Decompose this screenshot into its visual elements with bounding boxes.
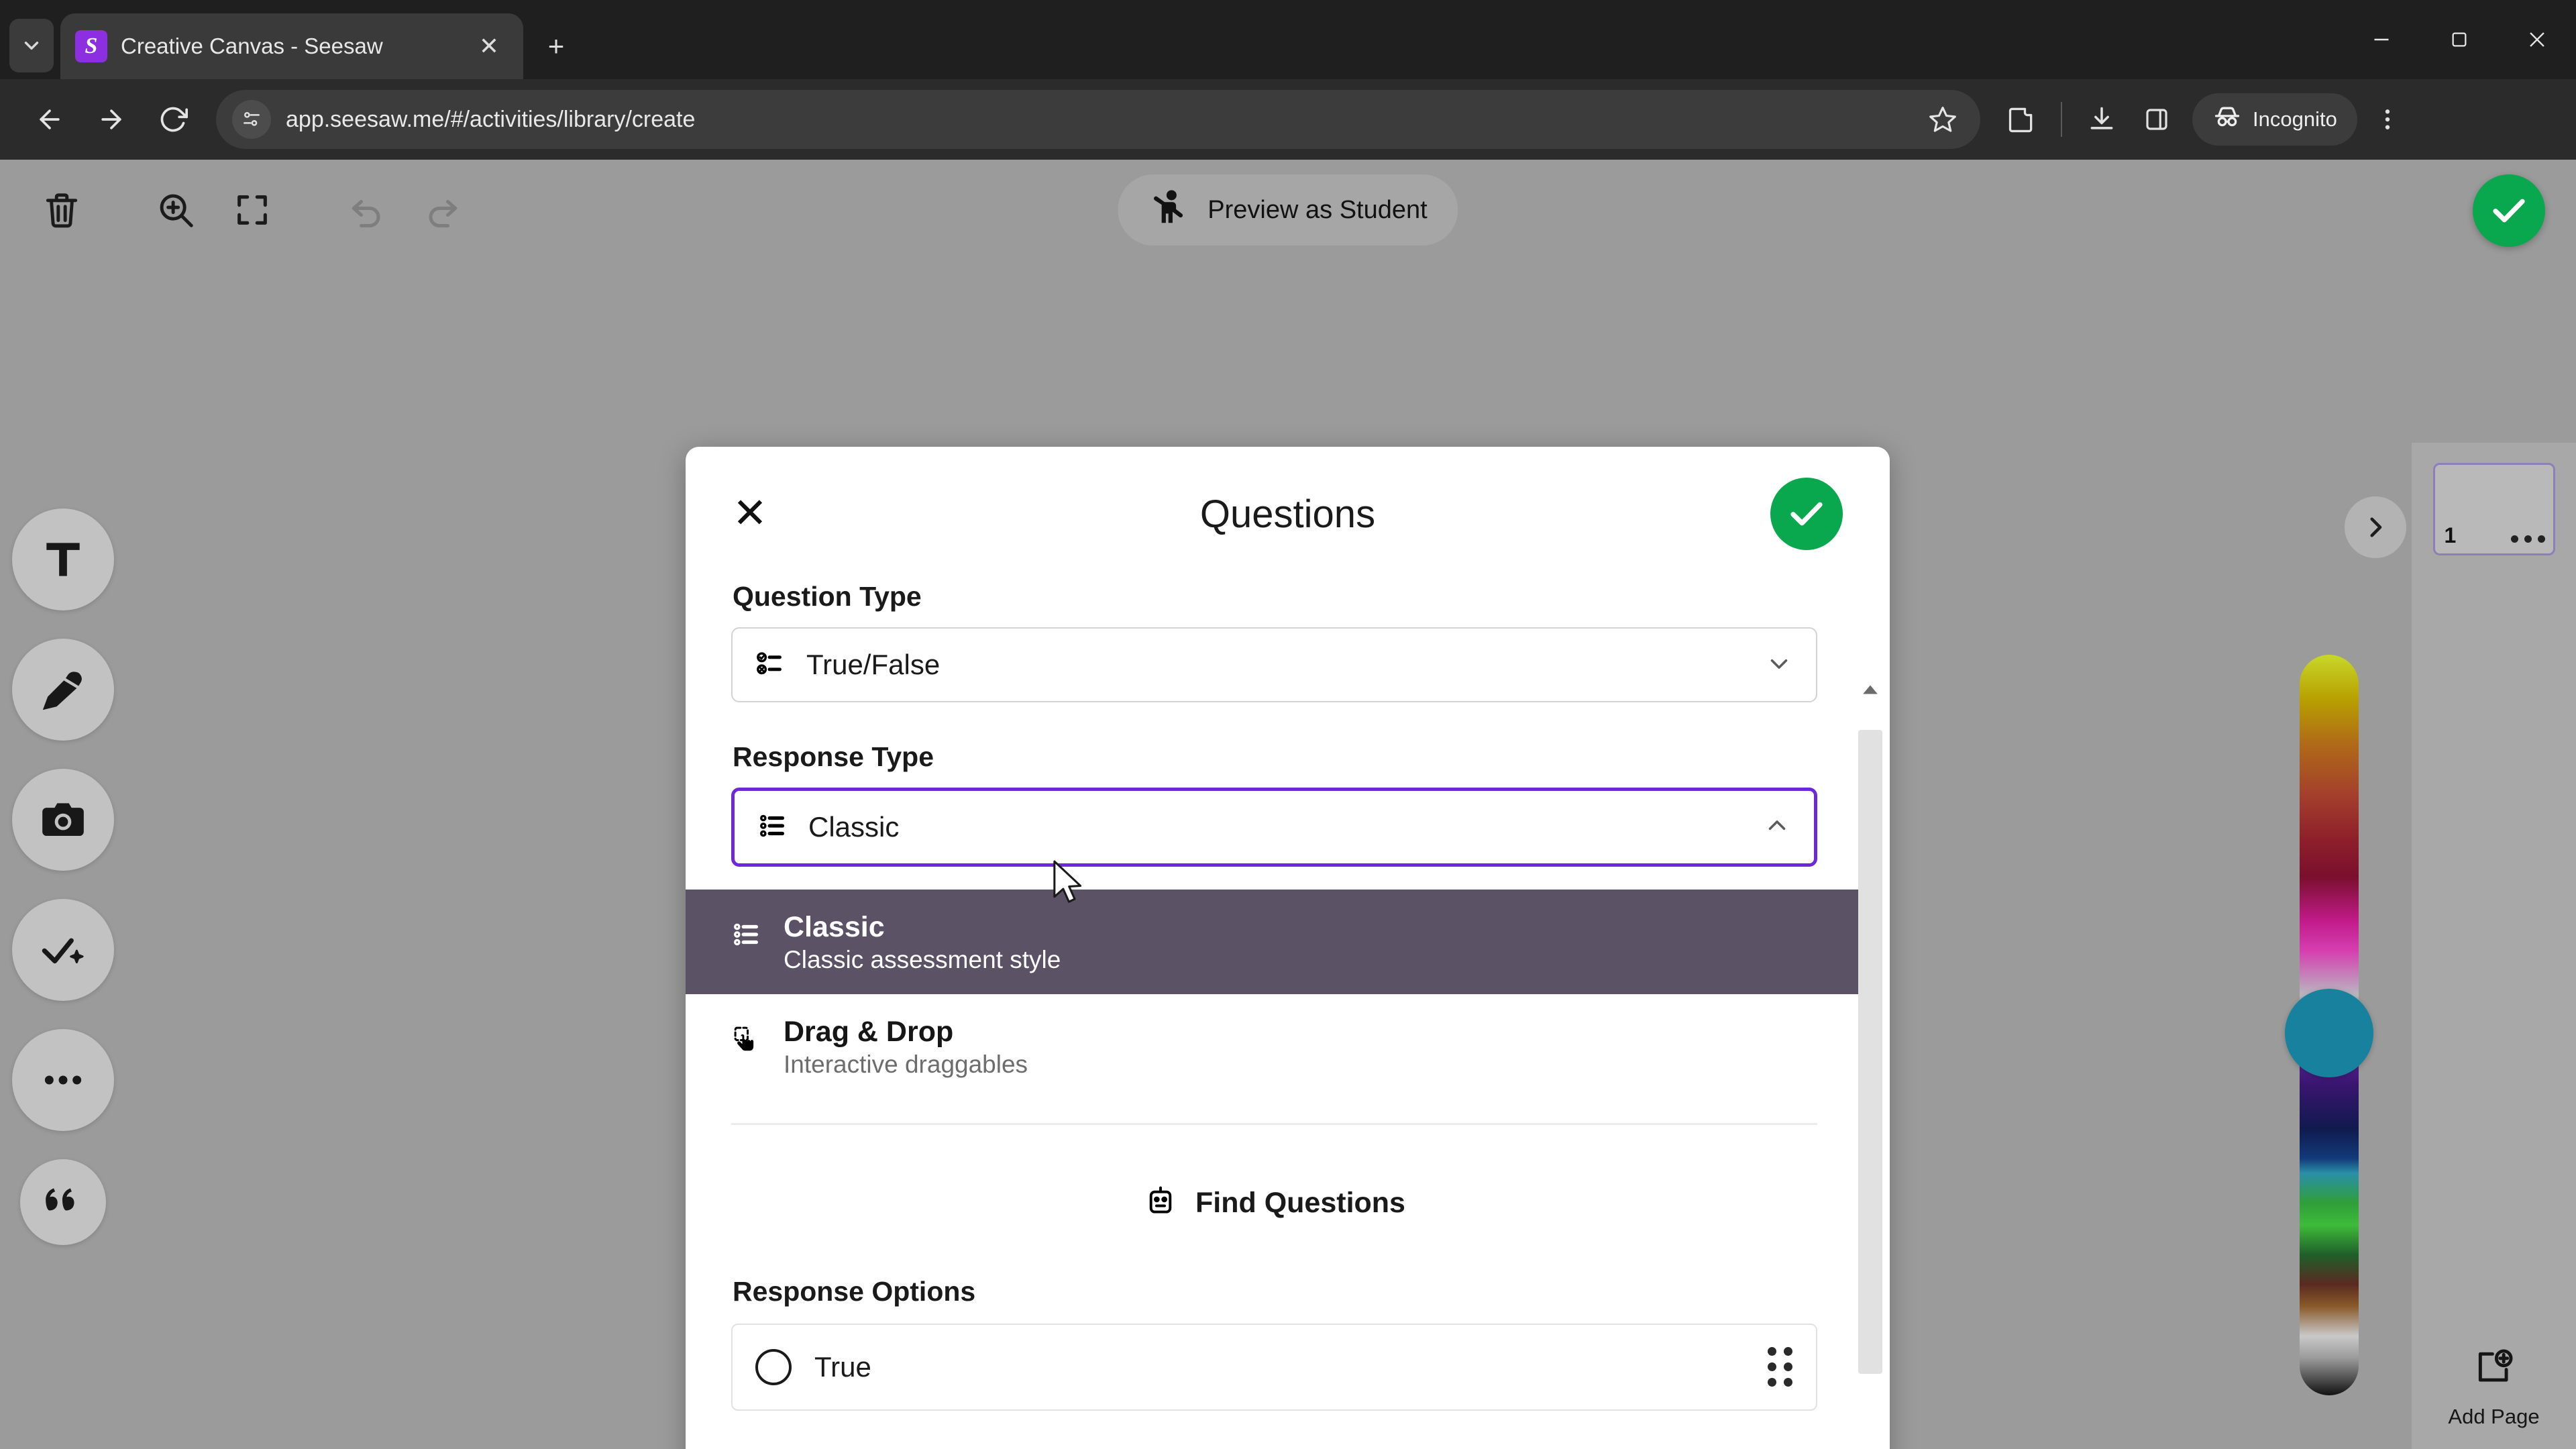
downloads-icon[interactable] (2077, 95, 2127, 144)
scroll-up-icon[interactable] (1862, 679, 1879, 703)
extensions-icon[interactable] (1996, 95, 2046, 144)
chevron-down-icon[interactable] (1765, 649, 1793, 681)
tab-strip: S Creative Canvas - Seesaw ✕ + (0, 0, 2576, 79)
modal-body: Question Type True/False Response Type C… (686, 581, 1890, 1449)
scrollbar-track[interactable] (1858, 703, 1882, 1449)
response-options-label: Response Options (733, 1275, 976, 1307)
preview-as-student-button[interactable]: Preview as Student (1118, 174, 1458, 246)
seesaw-favicon: S (75, 30, 107, 62)
response-type-label: Response Type (733, 741, 934, 772)
page-menu-icon[interactable] (2510, 535, 2545, 543)
redo-icon[interactable] (408, 175, 478, 245)
close-icon[interactable]: ✕ (470, 27, 508, 66)
chrome-menu-icon[interactable] (2363, 95, 2412, 144)
modal-header: ✕ Questions (686, 447, 1890, 581)
drag-hand-icon (731, 1014, 762, 1058)
mouse-cursor (1050, 859, 1089, 910)
ordered-list-icon (731, 910, 762, 953)
canvas-toolbar: Preview as Student (0, 160, 2576, 260)
drag-handle-icon[interactable] (1768, 1347, 1793, 1387)
incognito-label: Incognito (2253, 107, 2337, 131)
fit-to-screen-icon[interactable] (217, 175, 287, 245)
undo-icon[interactable] (331, 175, 401, 245)
quote-tool-button[interactable] (20, 1159, 106, 1245)
maximize-icon[interactable] (2420, 0, 2498, 79)
response-type-select[interactable]: Classic (731, 788, 1817, 867)
new-tab-button[interactable]: + (533, 23, 580, 70)
response-type-options-list: Classic Classic assessment style Drag & … (686, 890, 1863, 1099)
response-option-row[interactable]: True (731, 1323, 1817, 1411)
confirm-modal-button[interactable] (1770, 478, 1843, 550)
creation-tools-rail (12, 508, 114, 1245)
option-title: Drag & Drop (784, 1015, 954, 1048)
text-tool-button[interactable] (12, 508, 114, 610)
response-option-text: True (814, 1350, 871, 1383)
page-number: 1 (2444, 523, 2457, 547)
more-tools-button[interactable] (12, 1029, 114, 1131)
window-close-icon[interactable] (2498, 0, 2576, 79)
tab-search-icon[interactable] (9, 19, 54, 72)
question-type-value: True/False (806, 649, 941, 680)
preview-as-student-label: Preview as Student (1208, 195, 1428, 224)
draw-tool-button[interactable] (12, 639, 114, 741)
bookmark-star-icon[interactable] (1921, 98, 1964, 141)
question-type-select[interactable]: True/False (731, 627, 1817, 702)
selected-color-swatch[interactable] (2285, 989, 2373, 1077)
add-page-icon (2473, 1347, 2515, 1394)
url-text: app.seesaw.me/#/activities/library/creat… (286, 106, 696, 132)
toolbar-divider (2061, 102, 2062, 137)
side-panel-icon[interactable] (2132, 95, 2182, 144)
raise-hand-person-icon (1148, 186, 1190, 234)
modal-scroll-area: Question Type True/False Response Type C… (686, 581, 1863, 1449)
incognito-icon (2212, 102, 2242, 137)
response-option-classic[interactable]: Classic Classic assessment style (686, 890, 1863, 994)
pages-panel: 1 Add Page (2412, 443, 2576, 1449)
zoom-in-icon[interactable] (141, 175, 211, 245)
question-type-label: Question Type (733, 581, 922, 612)
option-subtitle: Interactive draggables (784, 1050, 1028, 1078)
find-questions-label: Find Questions (1195, 1186, 1405, 1219)
browser-window: S Creative Canvas - Seesaw ✕ + app.seesa… (0, 0, 2576, 1449)
minimize-icon[interactable] (2343, 0, 2420, 79)
add-page-label: Add Page (2448, 1405, 2540, 1428)
modal-title: Questions (1199, 492, 1376, 536)
option-title: Classic (784, 911, 885, 943)
modal-scrollbar[interactable] (1856, 679, 1884, 1449)
reload-icon[interactable] (145, 91, 201, 148)
questions-modal: ✕ Questions Question Type True/False Res… (686, 447, 1890, 1449)
seesaw-canvas-app: Preview as Student 1 Add Page ✕ Question… (0, 160, 2576, 1449)
site-settings-icon[interactable] (232, 100, 271, 139)
done-button[interactable] (2473, 174, 2545, 247)
ordered-list-icon (757, 810, 788, 845)
trash-icon[interactable] (27, 175, 97, 245)
browser-toolbar: app.seesaw.me/#/activities/library/creat… (0, 79, 2576, 160)
page-thumbnail[interactable]: 1 (2432, 463, 2555, 555)
address-bar[interactable]: app.seesaw.me/#/activities/library/creat… (216, 90, 1980, 149)
back-icon[interactable] (21, 91, 78, 148)
scrollbar-thumb[interactable] (1858, 730, 1882, 1374)
tab-title: Creative Canvas - Seesaw (121, 34, 383, 58)
find-questions-button[interactable]: Find Questions (686, 1125, 1863, 1222)
collapse-pages-panel-button[interactable] (2345, 496, 2406, 558)
chevron-up-icon[interactable] (1763, 812, 1791, 843)
window-controls (2343, 0, 2576, 79)
response-option-drag-drop[interactable]: Drag & Drop Interactive draggables (686, 994, 1863, 1099)
truefalse-list-icon (755, 648, 786, 682)
option-subtitle: Classic assessment style (784, 945, 1061, 973)
response-type-value: Classic (808, 811, 900, 843)
radio-icon[interactable] (755, 1348, 792, 1385)
forward-icon[interactable] (83, 91, 140, 148)
robot-icon (1143, 1184, 1178, 1222)
incognito-badge[interactable]: Incognito (2192, 93, 2357, 146)
photo-tool-button[interactable] (12, 769, 114, 871)
close-modal-button[interactable]: ✕ (733, 493, 780, 535)
browser-tab[interactable]: S Creative Canvas - Seesaw ✕ (60, 13, 523, 79)
add-page-button[interactable]: Add Page (2412, 1347, 2576, 1429)
check-sparkle-tool-button[interactable] (12, 899, 114, 1001)
